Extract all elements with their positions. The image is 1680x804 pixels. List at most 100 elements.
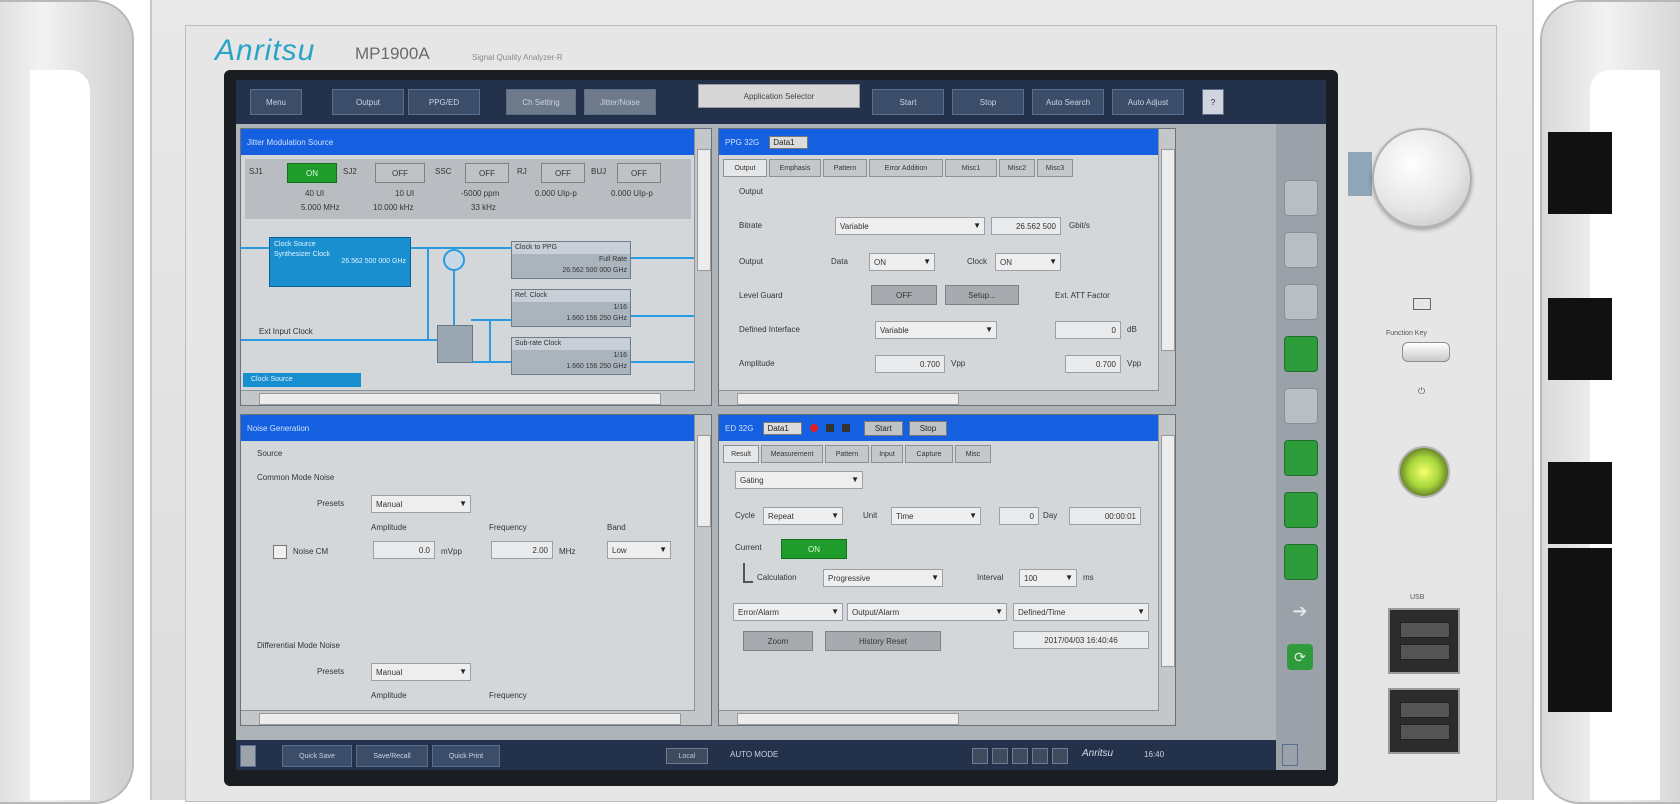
current-toggle[interactable]: ON xyxy=(781,539,847,559)
ssc-label: SSC xyxy=(435,167,452,176)
horizontal-scrollbar[interactable] xyxy=(241,390,695,405)
sidebar-button[interactable] xyxy=(1284,180,1318,216)
rj-value1: 0.000 UIp-p xyxy=(535,189,577,198)
tab-result[interactable]: Result xyxy=(723,445,759,463)
function-key-button[interactable] xyxy=(1402,342,1450,362)
amplitude-field[interactable]: 0.700 xyxy=(875,355,945,373)
menu-corner-button[interactable] xyxy=(240,745,256,767)
tab-measurement[interactable]: Measurement xyxy=(761,445,823,463)
tab-input[interactable]: Input xyxy=(871,445,903,463)
calculation-dropdown[interactable]: Progressive ▼ xyxy=(823,569,943,587)
top-toolbar: Menu Output PPG/ED Ch Setting Jitter/Noi… xyxy=(236,80,1326,124)
sj2-toggle[interactable]: OFF xyxy=(375,163,425,183)
tab-pattern[interactable]: Pattern xyxy=(823,159,867,177)
sidebar-button[interactable] xyxy=(1284,284,1318,320)
jitter-noise-button[interactable]: Jitter/Noise xyxy=(584,89,656,115)
ext-att-field[interactable]: 0 xyxy=(1055,321,1121,339)
sidebar-module-button[interactable] xyxy=(1284,336,1318,372)
cm-amplitude-field[interactable]: 0.0 xyxy=(373,541,435,559)
sync-indicator xyxy=(825,424,834,432)
bottom-right-corner-button[interactable] xyxy=(1282,744,1298,766)
noise-cm-checkbox[interactable] xyxy=(273,545,287,559)
tab-misc[interactable]: Misc xyxy=(955,445,991,463)
history-reset-button[interactable]: History Reset xyxy=(825,631,941,651)
time-day-field[interactable]: 0 xyxy=(999,507,1039,525)
ppg-ed-button[interactable]: PPG/ED xyxy=(408,89,480,115)
start-all-button[interactable]: Start xyxy=(872,89,944,115)
rotary-knob[interactable] xyxy=(1372,128,1472,228)
zoom-button[interactable]: Zoom xyxy=(743,631,813,651)
clock-label: Clock xyxy=(967,257,988,266)
vertical-scrollbar[interactable] xyxy=(1158,415,1175,725)
vertical-scrollbar[interactable] xyxy=(1158,129,1175,405)
tab-misc3[interactable]: Misc3 xyxy=(1037,159,1073,177)
sidebar-button[interactable] xyxy=(1284,232,1318,268)
menu-button[interactable]: Menu xyxy=(250,89,302,115)
application-selector[interactable]: Application Selector xyxy=(698,84,860,108)
sidebar-module-button[interactable] xyxy=(1284,440,1318,476)
error-alarm-selector[interactable]: Error/Alarm ▼ xyxy=(733,603,843,621)
tab-misc1[interactable]: Misc1 xyxy=(945,159,997,177)
ppg-channel-dropdown[interactable]: Data1 xyxy=(769,135,808,149)
output-button[interactable]: Output xyxy=(332,89,404,115)
arrow-icon[interactable]: ➔ xyxy=(1284,594,1316,628)
tab-pattern[interactable]: Pattern xyxy=(825,445,869,463)
rj-toggle[interactable]: OFF xyxy=(541,163,585,183)
vertical-scrollbar[interactable] xyxy=(694,415,711,725)
ed-start-button[interactable]: Start xyxy=(863,420,903,436)
gating-dropdown[interactable]: Gating ▼ xyxy=(735,471,863,489)
quick-save-button[interactable]: Quick Save xyxy=(282,745,352,767)
tab-capture[interactable]: Capture xyxy=(905,445,953,463)
ed-panel: ED 32G Data1 Start Stop Result Measureme… xyxy=(718,414,1176,726)
auto-search-button[interactable]: Auto Search xyxy=(1032,89,1104,115)
vertical-scrollbar[interactable] xyxy=(694,129,711,405)
sidebar-module-button[interactable] xyxy=(1284,544,1318,580)
unit-dropdown[interactable]: Time ▼ xyxy=(891,507,981,525)
ed-stop-button[interactable]: Stop xyxy=(908,420,948,436)
clock-output-dropdown[interactable]: ON ▼ xyxy=(995,253,1061,271)
power-led[interactable] xyxy=(1398,446,1450,498)
defined-time-selector[interactable]: Defined/Time ▼ xyxy=(1013,603,1149,621)
clock-source-tab[interactable]: Clock Source xyxy=(243,373,361,387)
band-dropdown[interactable]: Low ▼ xyxy=(607,541,671,559)
cycle-dropdown[interactable]: Repeat ▼ xyxy=(763,507,843,525)
ch-setting-button[interactable]: Ch Setting xyxy=(506,89,576,115)
preset-dropdown[interactable]: Manual ▼ xyxy=(371,495,471,513)
horizontal-scrollbar[interactable] xyxy=(241,710,695,725)
preset-dropdown-2[interactable]: Manual ▼ xyxy=(371,663,471,681)
time-field[interactable]: 00:00:01 xyxy=(1069,507,1141,525)
stop-all-button[interactable]: Stop xyxy=(952,89,1024,115)
sidebar-module-button[interactable] xyxy=(1284,492,1318,528)
tab-output[interactable]: Output xyxy=(723,159,767,177)
sidebar-button[interactable] xyxy=(1284,388,1318,424)
setup-button[interactable]: Setup... xyxy=(945,285,1019,305)
help-icon[interactable]: ? xyxy=(1202,89,1224,115)
side-bumper xyxy=(1548,462,1612,544)
output-label: Output xyxy=(739,257,764,266)
auto-adjust-button[interactable]: Auto Adjust xyxy=(1112,89,1184,115)
ed-channel-dropdown[interactable]: Data1 xyxy=(763,421,802,435)
bitrate-dropdown[interactable]: Variable ▼ xyxy=(835,217,985,235)
quick-print-button[interactable]: Quick Print xyxy=(432,745,500,767)
tab-emphasis[interactable]: Emphasis xyxy=(769,159,821,177)
defined-interface-dropdown[interactable]: Variable ▼ xyxy=(875,321,997,339)
interval-label: Interval xyxy=(977,573,1004,582)
horizontal-scrollbar[interactable] xyxy=(719,390,1159,405)
sj1-toggle[interactable]: ON xyxy=(287,163,337,183)
ref-clock-block: Ref. Clock 1/16 1.660 156 250 GHz xyxy=(511,289,631,327)
horizontal-scrollbar[interactable] xyxy=(719,710,1159,725)
buj-toggle[interactable]: OFF xyxy=(617,163,661,183)
bitrate-field[interactable]: 26.562 500 xyxy=(991,217,1061,235)
amplitude-field-2[interactable]: 0.700 xyxy=(1065,355,1121,373)
interval-dropdown[interactable]: 100 ▼ xyxy=(1019,569,1077,587)
cm-frequency-field[interactable]: 2.00 xyxy=(491,541,553,559)
tab-misc2[interactable]: Misc2 xyxy=(999,159,1035,177)
function-key-icon xyxy=(1413,298,1431,310)
output-alarm-selector[interactable]: Output/Alarm ▼ xyxy=(847,603,1007,621)
data-output-dropdown[interactable]: ON ▼ xyxy=(869,253,935,271)
level-guard-button[interactable]: OFF xyxy=(871,285,937,305)
tab-error-addition[interactable]: Error Addition xyxy=(869,159,943,177)
save-recall-button[interactable]: Save/Recall xyxy=(356,745,428,767)
refresh-icon[interactable]: ⟳ xyxy=(1287,644,1313,670)
ssc-toggle[interactable]: OFF xyxy=(465,163,509,183)
